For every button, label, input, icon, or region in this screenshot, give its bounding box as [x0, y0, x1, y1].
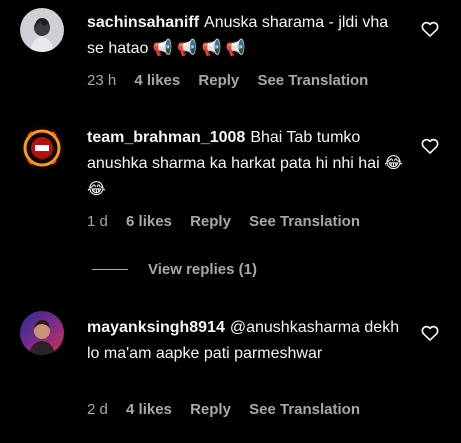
- comment-text-block: sachinsahaniff Anuska sharama - jldi vha …: [87, 10, 407, 62]
- likes-count[interactable]: 4 likes: [134, 72, 180, 89]
- likes-count[interactable]: 6 likes: [126, 213, 172, 230]
- comment-username[interactable]: sachinsahaniff: [87, 14, 199, 31]
- comment-username[interactable]: mayanksingh8914: [87, 319, 225, 336]
- see-translation-button[interactable]: See Translation: [249, 213, 360, 230]
- comment-username[interactable]: team_brahman_1008: [87, 129, 245, 146]
- comment-time: 23 h: [87, 72, 117, 89]
- heart-icon[interactable]: [420, 323, 440, 343]
- comment-meta: 23 h 4 likes Reply See Translation: [87, 71, 382, 91]
- reply-button[interactable]: Reply: [190, 213, 231, 230]
- view-replies-label: View replies (1): [148, 261, 257, 278]
- avatar[interactable]: [20, 126, 64, 170]
- comment-time: 2 d: [87, 401, 108, 418]
- heart-icon[interactable]: [420, 136, 440, 156]
- replies-divider-line: [92, 268, 128, 270]
- comment-time: 1 d: [87, 213, 108, 230]
- avatar[interactable]: [20, 8, 64, 52]
- reply-button[interactable]: Reply: [198, 72, 239, 89]
- view-replies-button[interactable]: View replies (1): [92, 260, 257, 280]
- see-translation-button[interactable]: See Translation: [249, 401, 360, 418]
- see-translation-button[interactable]: See Translation: [257, 72, 368, 89]
- comment-text-block: team_brahman_1008 Bhai Tab tumko anushka …: [87, 125, 407, 203]
- comment-text-block: mayanksingh8914 @anushkasharma dekh lo ma…: [87, 315, 407, 367]
- avatar[interactable]: [20, 311, 64, 355]
- comment-meta: 1 d 6 likes Reply See Translation: [87, 212, 374, 232]
- likes-count[interactable]: 4 likes: [126, 401, 172, 418]
- comment-meta: 2 d 4 likes Reply See Translation: [87, 400, 374, 420]
- heart-icon[interactable]: [420, 19, 440, 39]
- reply-button[interactable]: Reply: [190, 401, 231, 418]
